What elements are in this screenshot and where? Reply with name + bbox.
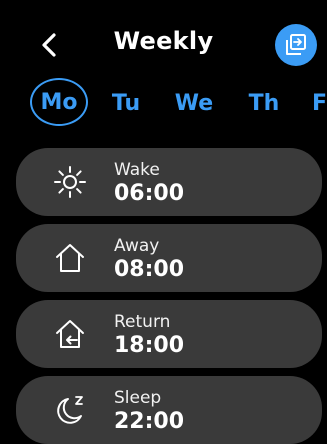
copy-schedule-icon: [286, 34, 306, 55]
day-tab-label: Th: [248, 90, 280, 116]
day-tab-friday[interactable]: F: [312, 78, 327, 128]
header: Weekly: [0, 0, 327, 90]
schedule-item-return[interactable]: Return 18:00: [16, 300, 322, 368]
schedule-label: Wake: [114, 160, 160, 180]
schedule-time: 06:00: [114, 181, 185, 206]
schedule-item-sleep[interactable]: Sleep 22:00: [16, 376, 322, 444]
schedule-label: Sleep: [114, 388, 162, 408]
day-tab-wednesday[interactable]: We: [170, 78, 218, 128]
schedule-label: Away: [114, 236, 160, 256]
day-tab-tuesday[interactable]: Tu: [106, 78, 146, 128]
day-tab-label: We: [174, 90, 214, 116]
day-tab-label: Tu: [111, 90, 141, 116]
day-tab-label: Mo: [40, 89, 78, 115]
copy-schedule-button[interactable]: [275, 24, 317, 66]
schedule-item-wake[interactable]: Wake 06:00: [16, 148, 322, 216]
moon-sleep-icon: [50, 390, 90, 430]
day-selector: Mo Tu We Th F: [0, 78, 327, 134]
day-tab-thursday[interactable]: Th: [244, 78, 284, 128]
schedule-time: 22:00: [114, 409, 185, 434]
schedule-time: 18:00: [114, 333, 185, 358]
sun-icon: [50, 162, 90, 202]
day-tab-monday[interactable]: Mo: [30, 78, 88, 126]
schedule-item-away[interactable]: Away 08:00: [16, 224, 322, 292]
schedule-time: 08:00: [114, 257, 185, 282]
house-icon: [50, 238, 90, 278]
day-tab-label: F: [312, 90, 327, 116]
schedule-label: Return: [114, 312, 171, 332]
home-return-icon: [50, 314, 90, 354]
